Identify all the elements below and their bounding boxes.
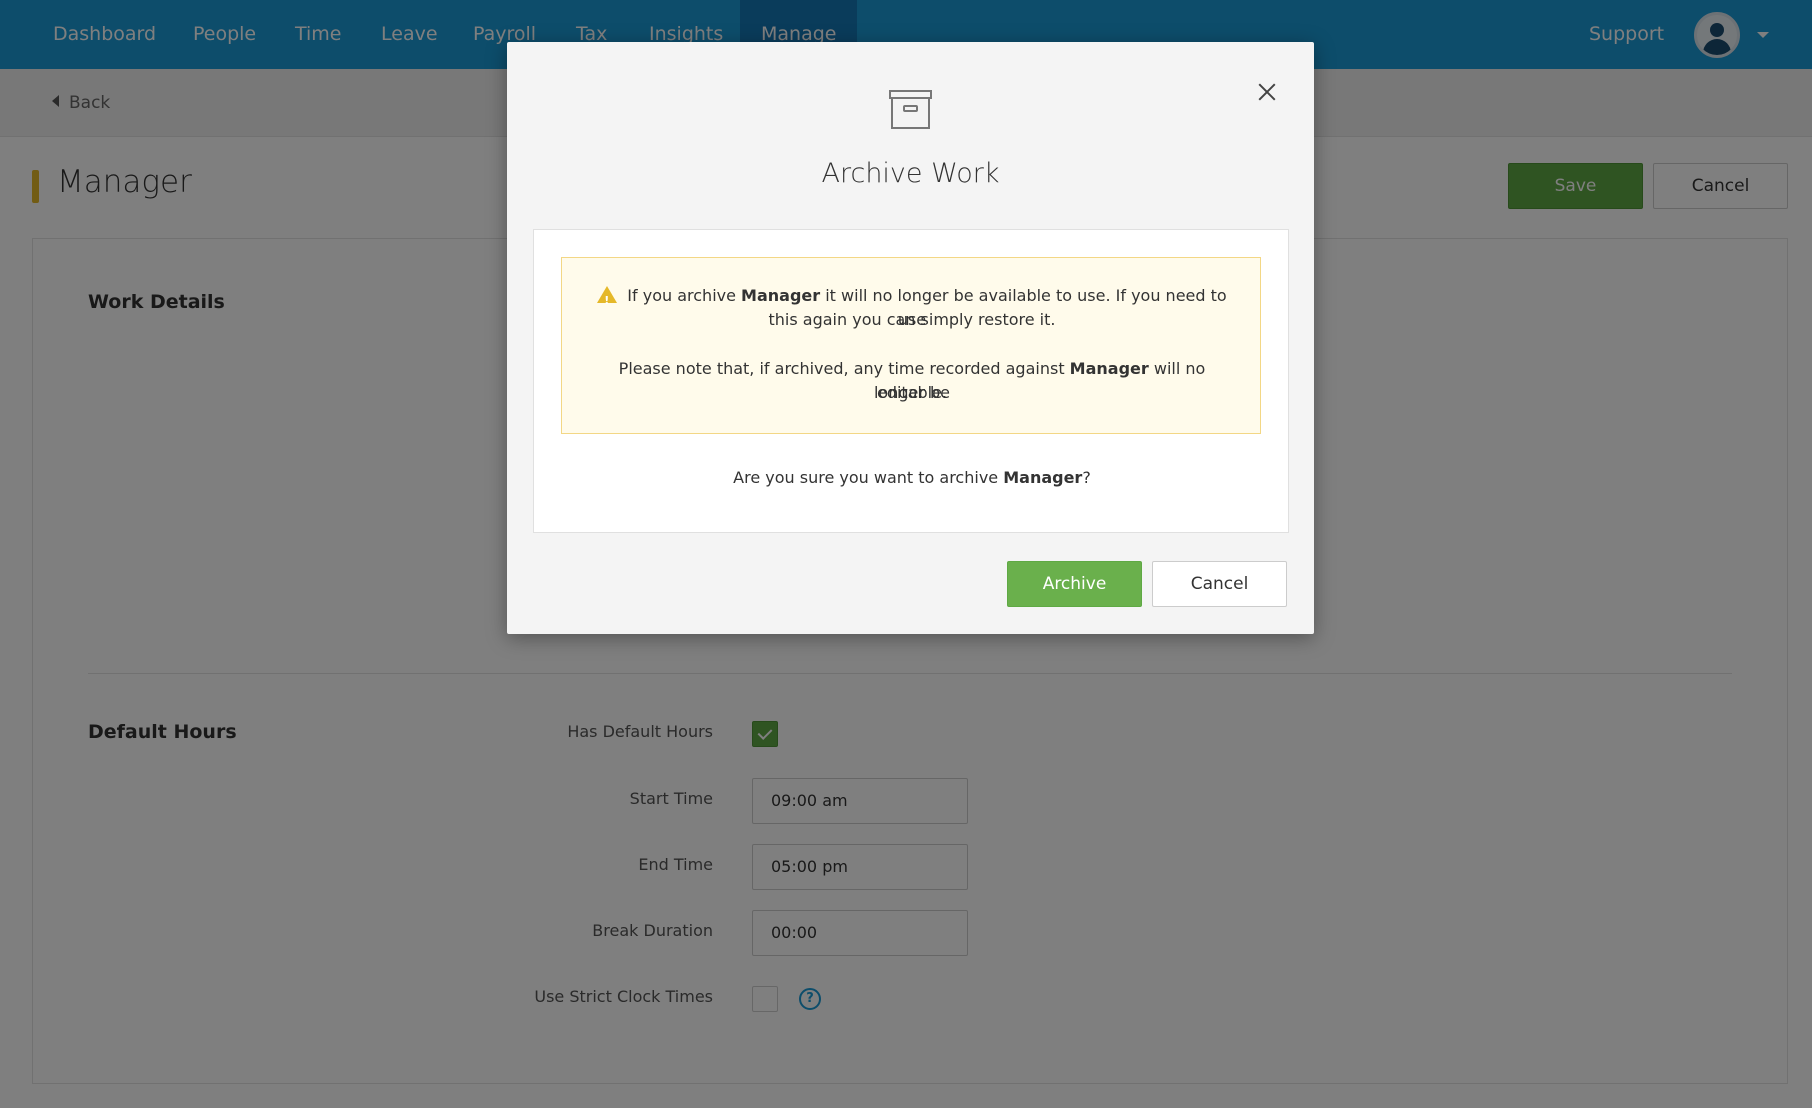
close-icon[interactable]: [1255, 80, 1279, 104]
warning-icon: [597, 286, 618, 313]
warning-text-line2: this again you can simply restore it.: [768, 310, 1056, 329]
archive-button[interactable]: Archive: [1007, 561, 1142, 607]
modal-cancel-button[interactable]: Cancel: [1152, 561, 1287, 607]
archive-work-modal: Archive Work If you archive Manager it w…: [507, 42, 1314, 634]
confirm-question: Are you sure you want to archive Manager…: [733, 468, 1091, 487]
modal-title: Archive Work: [821, 158, 1000, 189]
warning-text-line4: editable.: [876, 383, 948, 402]
modal-body: If you archive Manager it will no longer…: [533, 229, 1289, 533]
archive-box-icon: [889, 90, 932, 130]
warning-box: If you archive Manager it will no longer…: [561, 257, 1261, 434]
